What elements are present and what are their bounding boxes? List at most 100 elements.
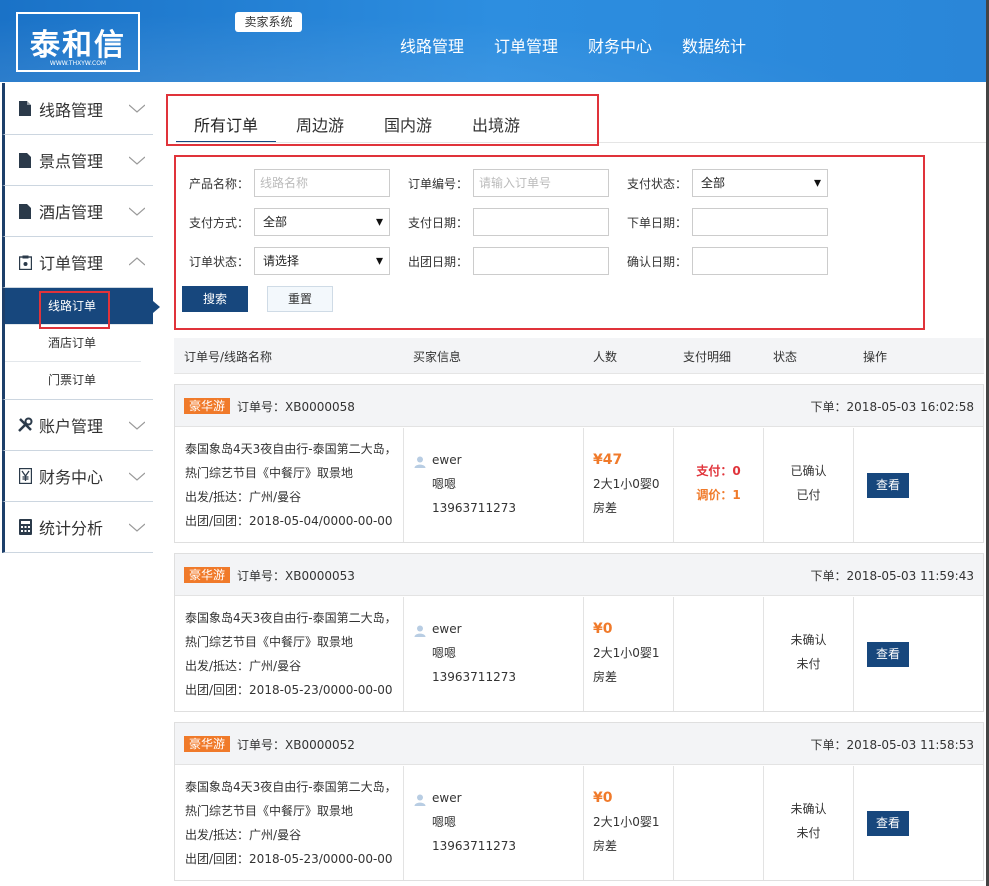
submenu-route-order[interactable]: 线路订单 <box>5 288 160 325</box>
sidebar-item-label: 统计分析 <box>39 519 104 538</box>
confirm-date-label: 确认日期： <box>627 254 688 269</box>
system-badge: 卖家系统 <box>235 12 302 32</box>
order-actions: 查看 <box>854 766 983 880</box>
submenu-hotel-order[interactable]: 酒店订单 <box>5 325 141 362</box>
sidebar-item-account[interactable]: 账户管理 <box>2 400 153 451</box>
order-date-input[interactable] <box>692 208 828 236</box>
chevron-down-icon <box>129 421 145 430</box>
people-count: 2大1小0婴1 <box>593 646 660 660</box>
category-tag: 豪华游 <box>184 398 231 414</box>
col-order-route: 订单号/线路名称 <box>184 350 273 364</box>
topnav-finance[interactable]: 财务中心 <box>588 33 652 57</box>
buyer-info: ewer 嗯嗯 13963711273 <box>404 766 584 880</box>
order-tabs: 所有订单 周边游 国内游 出境游 <box>176 105 538 143</box>
sidebar-item-label: 酒店管理 <box>39 203 104 222</box>
chevron-up-icon <box>129 257 145 266</box>
tab-all-orders[interactable]: 所有订单 <box>176 105 277 143</box>
tab-domestic[interactable]: 国内游 <box>362 105 450 143</box>
sidebar-item-analysis[interactable]: 统计分析 <box>2 502 153 553</box>
buyer-phone: 13963711273 <box>432 839 516 853</box>
pay-status-group: 支付状态： 全部 <box>627 169 828 197</box>
route-info: 泰国象岛4天3夜自由行-泰国第二大岛， 热门综艺节目《中餐厅》取景地 出发/抵达… <box>175 428 404 542</box>
order-status-select[interactable]: 请选择 <box>254 247 390 275</box>
sidebar-item-hotel[interactable]: 酒店管理 <box>2 186 153 237</box>
sidebar-item-route[interactable]: 线路管理 <box>2 83 153 135</box>
order-price: ¥0 <box>593 621 613 637</box>
sidebar-item-order[interactable]: 订单管理 <box>2 237 153 288</box>
route-title-line2: 热门综艺节目《中餐厅》取景地 <box>185 635 354 649</box>
logo[interactable]: 泰和信 WWW.THXYW.COM <box>16 12 140 72</box>
confirm-date-group: 确认日期： <box>627 247 828 275</box>
order-table-header: 订单号/线路名称 买家信息 人数 支付明细 状态 操作 <box>174 338 984 374</box>
paid-amount: 支付：0 <box>696 464 741 478</box>
depart-date-group: 出团日期： <box>408 247 609 275</box>
route-from-to: 出发/抵达：广州/曼谷 <box>185 828 302 842</box>
view-button[interactable]: 查看 <box>867 811 909 836</box>
pay-method-group: 支付方式： 全部 <box>189 208 390 236</box>
search-button[interactable]: 搜索 <box>182 286 248 312</box>
topnav-order[interactable]: 订单管理 <box>494 33 558 57</box>
room-diff: 房差 <box>593 670 618 684</box>
people-info: ¥0 2大1小0婴1 房差 <box>584 597 674 711</box>
tab-outbound[interactable]: 出境游 <box>450 105 538 143</box>
buyer-name: ewer <box>432 791 462 805</box>
depart-date-input[interactable] <box>473 247 609 275</box>
route-from-to: 出发/抵达：广州/曼谷 <box>185 490 302 504</box>
pay-date-input[interactable] <box>473 208 609 236</box>
chevron-down-icon <box>129 472 145 481</box>
order-status: 已确认 已付 <box>764 428 854 542</box>
buyer-name: ewer <box>432 453 462 467</box>
route-info: 泰国象岛4天3夜自由行-泰国第二大岛， 热门综艺节目《中餐厅》取景地 出发/抵达… <box>175 766 404 880</box>
product-name-label: 产品名称： <box>189 176 250 191</box>
sidebar: 线路管理 景点管理 酒店管理 订单管理 线路订单 酒店订单 门票订单 账户管理 … <box>2 83 160 553</box>
order-price: ¥47 <box>593 452 623 468</box>
document-icon <box>17 152 33 168</box>
order-card-header: 豪华游 订单号：XB0000058 下单：2018-05-03 16:02:58 <box>175 385 983 427</box>
route-title-line1: 泰国象岛4天3夜自由行-泰国第二大岛， <box>185 611 397 625</box>
col-status: 状态 <box>773 350 798 364</box>
col-buyer: 买家信息 <box>413 350 462 364</box>
chevron-down-icon <box>129 156 145 165</box>
chevron-down-icon <box>129 523 145 532</box>
route-dates: 出团/回团：2018-05-04/0000-00-00 <box>185 514 393 528</box>
confirm-date-input[interactable] <box>692 247 828 275</box>
document-icon <box>17 203 33 219</box>
topnav-stats[interactable]: 数据统计 <box>682 33 746 57</box>
route-dates: 出团/回团：2018-05-23/0000-00-00 <box>185 683 393 697</box>
user-icon <box>414 794 426 806</box>
topnav-route[interactable]: 线路管理 <box>400 33 464 57</box>
view-button[interactable]: 查看 <box>867 642 909 667</box>
product-name-group: 产品名称： 线路名称 <box>189 169 390 197</box>
route-title-line1: 泰国象岛4天3夜自由行-泰国第二大岛， <box>185 780 397 794</box>
calculator-icon <box>17 519 33 535</box>
sidebar-item-scenic[interactable]: 景点管理 <box>2 135 153 186</box>
top-header: 泰和信 WWW.THXYW.COM 卖家系统 线路管理 订单管理 财务中心 数据… <box>0 0 989 82</box>
order-card-header: 豪华游 订单号：XB0000052 下单：2018-05-03 11:58:53 <box>175 723 983 765</box>
top-nav: 线路管理 订单管理 财务中心 数据统计 <box>400 33 776 57</box>
filter-row-1: 产品名称： 线路名称 订单编号： 请输入订单号 支付状态： 全部 <box>189 169 846 197</box>
order-number: 订单号：XB0000052 <box>237 738 355 752</box>
order-no-label: 订单编号： <box>408 176 469 191</box>
room-diff: 房差 <box>593 501 618 515</box>
chevron-down-icon <box>129 207 145 216</box>
logo-url: WWW.THXYW.COM <box>49 60 107 67</box>
route-title-line2: 热门综艺节目《中餐厅》取景地 <box>185 804 354 818</box>
pay-status-select[interactable]: 全部 <box>692 169 828 197</box>
pay-method-select[interactable]: 全部 <box>254 208 390 236</box>
view-button[interactable]: 查看 <box>867 473 909 498</box>
order-card: 豪华游 订单号：XB0000058 下单：2018-05-03 16:02:58… <box>174 384 984 543</box>
payment-status: 已付 <box>796 488 821 502</box>
product-name-input[interactable]: 线路名称 <box>254 169 390 197</box>
confirm-status: 未确认 <box>790 802 827 816</box>
category-tag: 豪华游 <box>184 567 231 583</box>
sidebar-item-finance[interactable]: 财务中心 <box>2 451 153 502</box>
payment-status: 未付 <box>796 826 821 840</box>
pay-date-label: 支付日期： <box>408 215 469 230</box>
depart-date-label: 出团日期： <box>408 254 469 269</box>
col-people: 人数 <box>593 350 618 364</box>
tab-nearby[interactable]: 周边游 <box>276 105 362 143</box>
reset-button[interactable]: 重置 <box>267 286 333 312</box>
order-no-input[interactable]: 请输入订单号 <box>473 169 609 197</box>
buyer-nickname: 嗯嗯 <box>432 815 457 829</box>
submenu-ticket-order[interactable]: 门票订单 <box>5 362 141 399</box>
